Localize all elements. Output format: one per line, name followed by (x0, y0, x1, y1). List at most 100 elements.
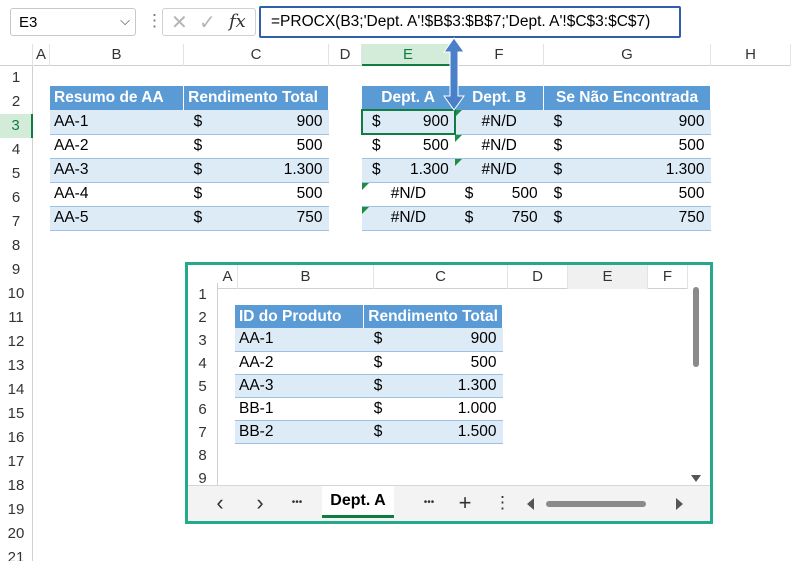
row-header-10[interactable]: 10 (0, 282, 33, 306)
enter-icon[interactable]: ✓ (199, 10, 216, 35)
inset-row-header-4[interactable]: 4 (188, 352, 218, 375)
name-box[interactable]: E3 ⌵ (10, 8, 136, 36)
next-sheet-icon[interactable]: › (250, 492, 270, 514)
table-header[interactable]: ID do Produto (235, 305, 365, 328)
column-header-g[interactable]: G (544, 44, 711, 66)
cell-dept-b[interactable]: $500 (454, 182, 544, 207)
cell-amount[interactable]: $1.500 (363, 420, 503, 444)
column-header-d[interactable]: D (329, 44, 362, 66)
row-header-7[interactable]: 7 (0, 210, 33, 234)
row-header-5[interactable]: 5 (0, 162, 33, 186)
cell-amount[interactable]: $900 (363, 328, 503, 352)
row-header-16[interactable]: 16 (0, 426, 33, 450)
column-header-f[interactable]: F (455, 44, 544, 66)
inset-column-header-d[interactable]: D (508, 265, 568, 289)
cell-id[interactable]: AA-3 (50, 158, 184, 183)
cell-amount[interactable]: $1.300 (183, 158, 329, 183)
inset-column-header-e[interactable]: E (568, 265, 648, 289)
cell-not-found[interactable]: $900 (543, 110, 711, 135)
sheet-tab-dept-a[interactable]: Dept. A (322, 486, 394, 518)
cell-dept-b[interactable]: #N/D (454, 158, 544, 183)
row-header-9[interactable]: 9 (0, 258, 33, 282)
cell-amount[interactable]: $1.300 (363, 374, 503, 398)
inset-row-header-5[interactable]: 5 (188, 375, 218, 398)
inset-row-header-3[interactable]: 3 (188, 329, 218, 352)
cell-dept-b[interactable]: #N/D (454, 134, 544, 159)
inset-column-header-c[interactable]: C (374, 265, 508, 289)
cell-dept-b[interactable]: #N/D (454, 110, 544, 135)
select-all-corner[interactable] (0, 44, 33, 66)
add-sheet-button[interactable]: + (454, 492, 476, 514)
row-header-20[interactable]: 20 (0, 522, 33, 546)
row-header-15[interactable]: 15 (0, 402, 33, 426)
row-header-18[interactable]: 18 (0, 474, 33, 498)
more-sheets-right-icon[interactable]: ••• (416, 492, 442, 514)
horizontal-scrollbar[interactable] (526, 496, 686, 512)
column-header-h[interactable]: H (711, 44, 791, 66)
table-header[interactable]: Dept. A (362, 86, 456, 110)
row-header-6[interactable]: 6 (0, 186, 33, 210)
cell-id[interactable]: AA-1 (50, 110, 184, 135)
table-header[interactable]: Rendimento Total (363, 305, 503, 328)
inset-row-header-6[interactable]: 6 (188, 398, 218, 421)
sheet-options-icon[interactable]: ⋮ (494, 492, 511, 514)
cell-amount[interactable]: $750 (183, 206, 329, 231)
formula-input[interactable]: =PROCX(B3;'Dept. A'!$B$3:$B$7;'Dept. A'!… (259, 6, 681, 38)
row-header-13[interactable]: 13 (0, 354, 33, 378)
previous-sheet-icon[interactable]: ‹ (210, 492, 230, 514)
inset-column-header-f[interactable]: F (648, 265, 688, 289)
row-header-3[interactable]: 3 (0, 114, 33, 138)
cell-id[interactable]: AA-2 (50, 134, 184, 159)
cell-amount[interactable]: $1.000 (363, 397, 503, 421)
cell-not-found[interactable]: $1.300 (543, 158, 711, 183)
row-header-8[interactable]: 8 (0, 234, 33, 258)
inset-row-header-1[interactable]: 1 (188, 283, 218, 306)
cell-not-found[interactable]: $750 (543, 206, 711, 231)
table-header[interactable]: Resumo de AA (50, 86, 185, 110)
cell-dept-a[interactable]: $500 (362, 134, 455, 159)
chevron-down-icon[interactable]: ⌵ (120, 13, 130, 29)
row-header-4[interactable]: 4 (0, 138, 33, 162)
cell-id[interactable]: AA-4 (50, 182, 184, 207)
inset-column-header-b[interactable]: B (238, 265, 374, 289)
table-header[interactable]: Dept. B (454, 86, 545, 110)
cell-amount[interactable]: $500 (363, 351, 503, 375)
cell-dept-a[interactable]: $900 (362, 110, 455, 135)
cell-dept-b[interactable]: $750 (454, 206, 544, 231)
row-header-21[interactable]: 21 (0, 546, 33, 561)
table-header[interactable]: Se Não Encontrada (543, 86, 711, 110)
inset-row-header-8[interactable]: 8 (188, 444, 218, 467)
column-header-a[interactable]: A (33, 44, 50, 66)
cell-not-found[interactable]: $500 (543, 182, 711, 207)
row-header-11[interactable]: 11 (0, 306, 33, 330)
cell-id[interactable]: AA-2 (235, 351, 364, 375)
cancel-icon[interactable]: ✕ (171, 10, 188, 35)
cell-id[interactable]: AA-1 (235, 328, 364, 352)
cell-amount[interactable]: $500 (183, 134, 329, 159)
row-header-14[interactable]: 14 (0, 378, 33, 402)
row-header-17[interactable]: 17 (0, 450, 33, 474)
inset-row-header-7[interactable]: 7 (188, 421, 218, 444)
inset-row-header-2[interactable]: 2 (188, 306, 218, 329)
cell-id[interactable]: AA-3 (235, 374, 364, 398)
cell-id[interactable]: BB-2 (235, 420, 364, 444)
cell-id[interactable]: AA-5 (50, 206, 184, 231)
row-header-1[interactable]: 1 (0, 66, 33, 90)
cell-amount[interactable]: $500 (183, 182, 329, 207)
cell-dept-a[interactable]: $1.300 (362, 158, 455, 183)
row-header-2[interactable]: 2 (0, 90, 33, 114)
insert-function-icon[interactable]: fx (229, 11, 246, 32)
row-header-12[interactable]: 12 (0, 330, 33, 354)
row-header-19[interactable]: 19 (0, 498, 33, 522)
cell-dept-a[interactable]: #N/D (362, 206, 455, 231)
inset-column-header-a[interactable]: A (218, 265, 238, 289)
column-header-c[interactable]: C (184, 44, 329, 66)
cell-id[interactable]: BB-1 (235, 397, 364, 421)
more-sheets-left-icon[interactable]: ••• (284, 492, 310, 514)
table-header[interactable]: Rendimento Total (183, 86, 329, 110)
column-header-b[interactable]: B (50, 44, 184, 66)
cell-dept-a[interactable]: #N/D (362, 182, 455, 207)
vertical-scrollbar[interactable] (690, 285, 702, 485)
cell-amount[interactable]: $900 (183, 110, 329, 135)
cell-not-found[interactable]: $500 (543, 134, 711, 159)
